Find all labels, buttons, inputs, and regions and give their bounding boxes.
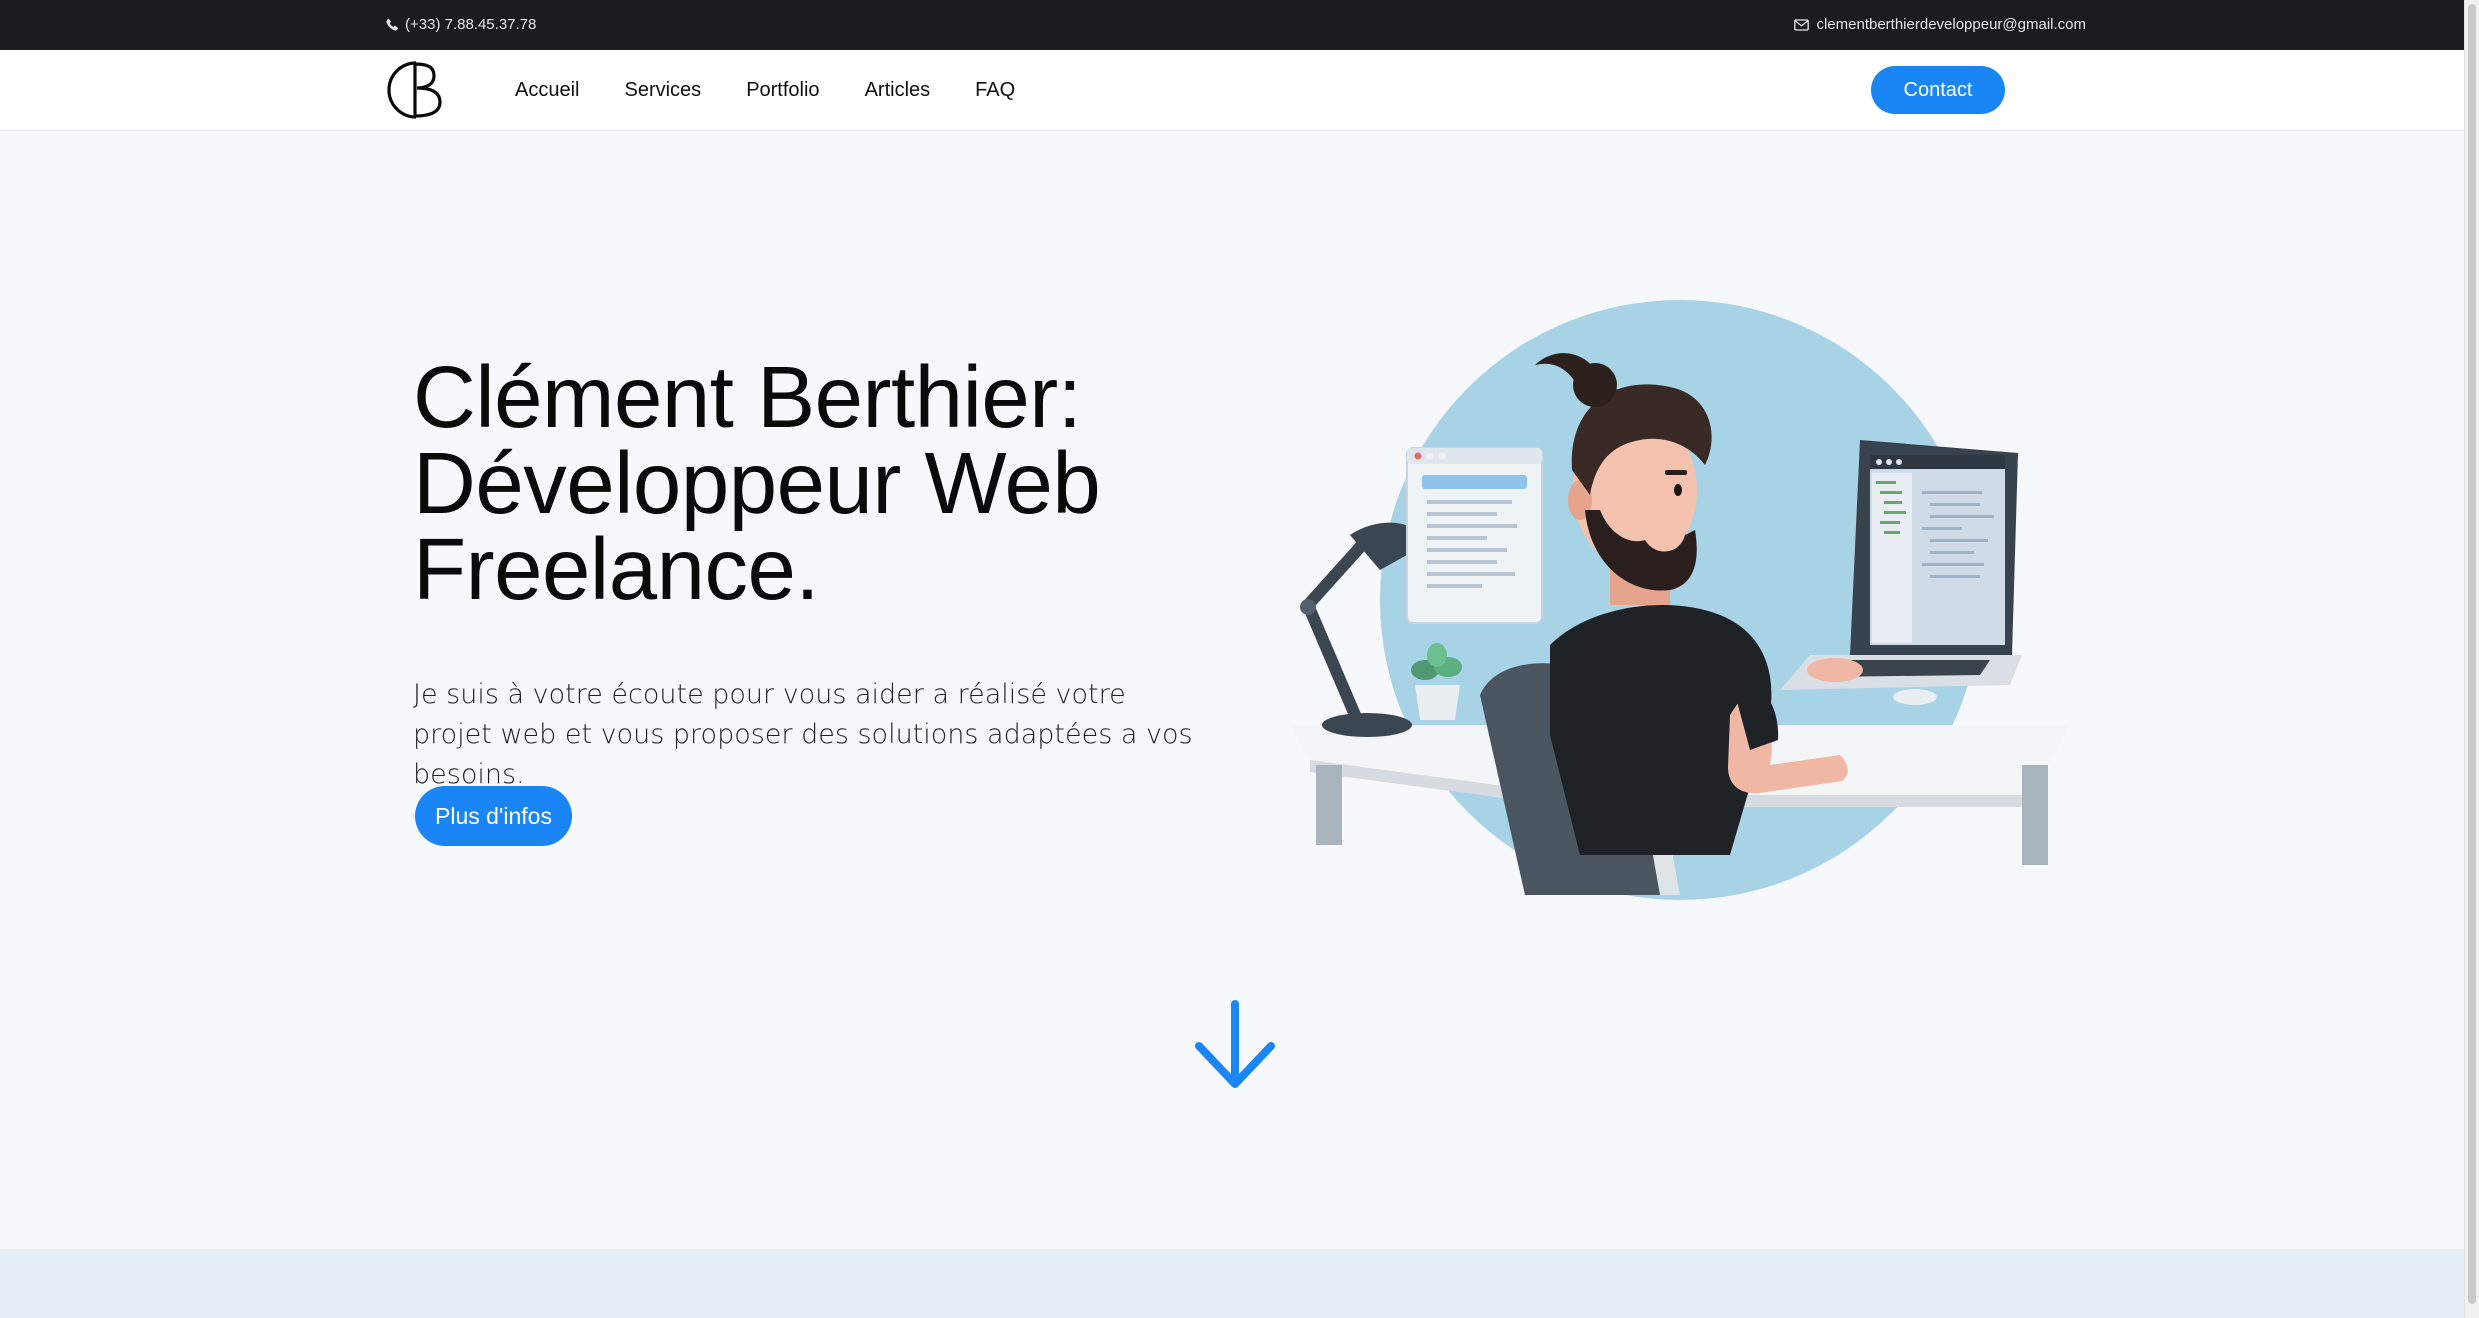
more-info-button[interactable]: Plus d'infos <box>415 786 572 846</box>
phone-icon <box>386 18 399 31</box>
email-address: clementberthierdeveloppeur@gmail.com <box>1816 16 2086 33</box>
arrow-down-icon[interactable] <box>1193 1000 1277 1090</box>
hero-title-line-3: Freelance. <box>413 521 820 618</box>
scrollbar-thumb[interactable] <box>2468 4 2476 1304</box>
hero-title-line-1: Clément Berthier: <box>413 349 1082 446</box>
hero-title: Clément Berthier: Développeur Web Freela… <box>413 349 1233 618</box>
cb-logo[interactable] <box>384 59 448 121</box>
nav-item-portfolio[interactable]: Portfolio <box>746 79 819 102</box>
developer-illustration <box>1290 300 2070 900</box>
nav-item-faq[interactable]: FAQ <box>975 79 1015 102</box>
main-nav: Accueil Services Portfolio Articles FAQ <box>515 50 1015 130</box>
nav-item-services[interactable]: Services <box>624 79 701 102</box>
hero-title-line-2: Développeur Web <box>413 435 1101 532</box>
mail-icon <box>1794 18 1810 31</box>
phone-number: (+33) 7.88.45.37.78 <box>405 16 537 33</box>
main-navbar: Accueil Services Portfolio Articles FAQ … <box>0 50 2479 131</box>
nav-item-accueil[interactable]: Accueil <box>515 79 579 102</box>
next-section <box>0 1249 2465 1318</box>
phone-contact[interactable]: (+33) 7.88.45.37.78 <box>386 16 536 33</box>
nav-item-articles[interactable]: Articles <box>865 79 931 102</box>
hero-description: Je suis à votre écoute pour vous aider a… <box>413 679 1193 790</box>
page-scrollbar[interactable] <box>2464 0 2479 1318</box>
contact-button[interactable]: Contact <box>1871 66 2005 114</box>
email-contact[interactable]: clementberthierdeveloppeur@gmail.com <box>1794 16 2086 33</box>
top-contact-bar: (+33) 7.88.45.37.78 clementberthierdevel… <box>0 0 2479 50</box>
